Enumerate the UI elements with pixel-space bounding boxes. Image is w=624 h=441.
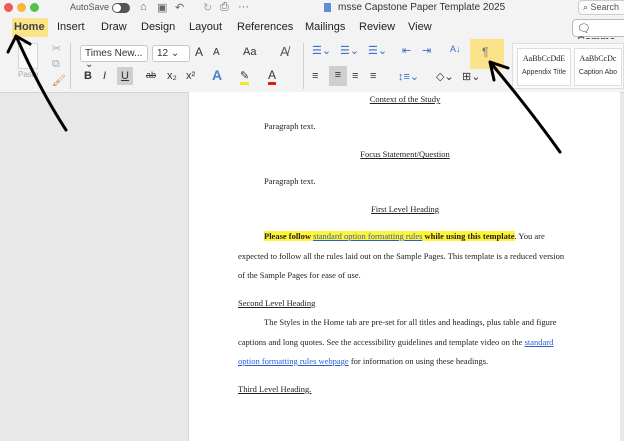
grow-font-button[interactable]: A	[195, 45, 203, 59]
more-icon[interactable]: ···	[238, 1, 249, 13]
tab-home[interactable]: Home	[14, 21, 45, 33]
search-label: Search	[590, 2, 620, 12]
paste-label: Paste	[18, 70, 39, 79]
style-name: Caption Abo	[578, 69, 618, 76]
strikethrough-button[interactable]: ab	[146, 70, 156, 80]
tab-view[interactable]: View	[408, 21, 432, 33]
sort-icon[interactable]: A↓	[450, 44, 461, 54]
subscript-button[interactable]: x₂	[167, 70, 177, 82]
font-size-value: 12	[157, 48, 169, 59]
undo-icon[interactable]: ↶	[175, 1, 184, 14]
format-painter-icon[interactable]: 🖌	[52, 74, 66, 87]
paragraph: Paragraph text.	[264, 176, 316, 186]
font-name-value: Times New...	[85, 48, 143, 59]
multilevel-list-icon[interactable]: ☰⌄	[368, 44, 387, 57]
highlight-text: while using this template	[422, 231, 515, 241]
ribbon-toolbar: Paste ✂ ⧉ 🖌 Times New... ⌄ 12 ⌄ A A Aa A…	[0, 39, 624, 93]
paragraph-intro: Please follow standard option formatting…	[264, 231, 545, 241]
copy-icon[interactable]: ⧉	[52, 58, 60, 71]
document-page[interactable]: Context of the Study Paragraph text. Foc…	[188, 92, 620, 441]
heading-context: Context of the Study	[369, 94, 441, 104]
webpage-link[interactable]: standard	[525, 337, 554, 347]
align-center-icon[interactable]: ≡	[329, 66, 347, 86]
heading-focus: Focus Statement/Question	[360, 149, 450, 159]
cut-icon[interactable]: ✂	[52, 42, 61, 55]
underline-button[interactable]: U	[117, 67, 133, 85]
paste-icon[interactable]	[18, 43, 38, 69]
search-box[interactable]: ⌕ Search	[578, 0, 624, 15]
text: for information on using these headings.	[348, 356, 489, 366]
bold-button[interactable]: B	[84, 70, 92, 82]
text-effects-icon[interactable]: A	[212, 67, 222, 83]
webpage-link[interactable]: option formatting rules webpage	[238, 356, 349, 366]
paragraph-line: of the Sample Pages for ease of use.	[238, 270, 361, 280]
comments-button[interactable]: 🗨 Comme	[572, 19, 624, 47]
change-case-button[interactable]: Aa	[243, 46, 256, 58]
window-title: msse Capstone Paper Template 2025	[338, 2, 506, 13]
clear-formatting-icon[interactable]: A̸	[280, 44, 289, 59]
bullets-icon[interactable]: ☰⌄	[312, 44, 331, 57]
numbering-icon[interactable]: ☰⌄	[340, 44, 359, 57]
style-sample: AaBbCcDdE	[522, 54, 566, 63]
tab-design[interactable]: Design	[141, 21, 175, 33]
style-name: Appendix Title	[522, 69, 566, 76]
autosave-toggle[interactable]	[112, 3, 130, 13]
tab-review[interactable]: Review	[359, 21, 395, 33]
shading-icon[interactable]: ◇⌄	[436, 70, 454, 83]
highlight-icon[interactable]: ✎	[240, 69, 250, 85]
paragraph-line: expected to follow all the rules laid ou…	[238, 251, 565, 261]
style-appendix-title[interactable]: AaBbCcDdE Appendix Title	[517, 48, 571, 86]
line-spacing-icon[interactable]: ↕≡⌄	[398, 70, 419, 83]
tab-mailings[interactable]: Mailings	[305, 21, 345, 33]
paragraph: Paragraph text.	[264, 121, 316, 131]
increase-indent-icon[interactable]: ⇥	[422, 44, 431, 57]
print-icon[interactable]: ⎙	[220, 1, 229, 14]
close-button[interactable]	[4, 3, 13, 12]
redo-icon[interactable]: ↻	[203, 1, 212, 14]
font-size-select[interactable]: 12 ⌄	[152, 45, 190, 62]
decrease-indent-icon[interactable]: ⇤	[402, 44, 411, 57]
title-bar: AutoSave ⌂ ▣ ↶ ↻ ⎙ ··· msse Capstone Pap…	[0, 0, 624, 17]
borders-icon[interactable]: ⊞⌄	[462, 70, 480, 83]
minimize-button[interactable]	[17, 3, 26, 12]
tab-references[interactable]: References	[237, 21, 293, 33]
highlight-text: Please follow	[264, 231, 314, 241]
style-caption-above[interactable]: AaBbCcDc Caption Abo	[574, 48, 622, 86]
align-left-icon[interactable]: ≡	[312, 70, 318, 82]
font-color-icon[interactable]: A	[268, 68, 277, 85]
heading-third-level: Third Level Heading.	[238, 384, 312, 394]
save-icon[interactable]: ▣	[157, 1, 167, 14]
font-name-select[interactable]: Times New... ⌄	[80, 45, 148, 70]
heading-first-level: First Level Heading	[371, 204, 439, 214]
formatting-rules-link[interactable]: standard option formatting rules	[313, 231, 423, 241]
justify-icon[interactable]: ≡	[370, 70, 376, 82]
shrink-font-button[interactable]: A	[213, 47, 220, 58]
text: captions and long quotes. See the access…	[238, 337, 525, 347]
zoom-button[interactable]	[30, 3, 39, 12]
document-icon	[324, 3, 331, 12]
heading-second-level: Second Level Heading	[238, 298, 316, 308]
tab-insert[interactable]: Insert	[57, 21, 85, 33]
tab-layout[interactable]: Layout	[189, 21, 222, 33]
text: . You are	[514, 231, 545, 241]
paragraph-line: The Styles in the Home tab are pre-set f…	[264, 317, 557, 327]
align-right-icon[interactable]: ≡	[352, 70, 358, 82]
show-formatting-marks-button[interactable]: ¶	[482, 45, 488, 59]
autosave-label: AutoSave	[70, 2, 110, 12]
tab-draw[interactable]: Draw	[101, 21, 127, 33]
style-sample: AaBbCcDc	[579, 54, 617, 63]
ribbon-tabs: Home Insert Draw Design Layout Reference…	[0, 17, 624, 47]
styles-gallery: AaBbCcDdE Appendix Title AaBbCcDc Caption …	[512, 43, 624, 89]
paragraph-line: option formatting rules webpage for info…	[238, 356, 488, 366]
italic-button[interactable]: I	[103, 70, 106, 82]
superscript-button[interactable]: x²	[186, 70, 195, 82]
paragraph-line: captions and long quotes. See the access…	[238, 337, 553, 347]
home-icon[interactable]: ⌂	[140, 1, 147, 13]
